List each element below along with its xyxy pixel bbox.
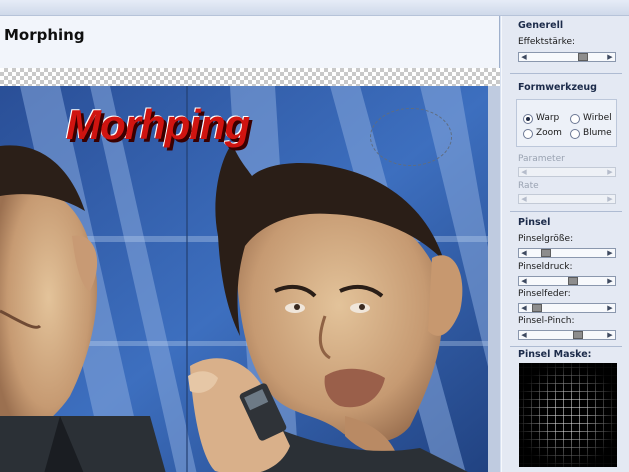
slider-left-arrow-icon[interactable]: ◀	[520, 278, 528, 285]
slider-left-arrow-icon[interactable]: ◀	[520, 332, 528, 339]
slider-right-arrow-icon[interactable]: ▶	[606, 332, 614, 339]
radio-blume[interactable]	[570, 129, 580, 139]
vertical-scrollbar[interactable]	[488, 86, 500, 472]
pinsel-pinch-slider[interactable]: ◀ ▶	[518, 330, 616, 340]
preview-canvas[interactable]: Morhping	[0, 68, 500, 472]
pinselfeder-slider[interactable]: ◀ ▶	[518, 303, 616, 313]
window-title: Morphing	[4, 26, 85, 44]
slider-thumb[interactable]	[541, 249, 551, 257]
radio-warp-label[interactable]: Warp	[536, 113, 559, 123]
slider-left-arrow-icon[interactable]: ◀	[520, 305, 528, 312]
section-divider	[510, 346, 622, 347]
canvas-headline-text: Morhping	[66, 101, 250, 148]
section-divider	[510, 211, 622, 212]
brush-cursor-outline	[370, 108, 452, 166]
slider-thumb[interactable]	[568, 277, 578, 285]
pinseldruck-label: Pinseldruck:	[518, 262, 573, 272]
slider-right-arrow-icon[interactable]: ▶	[606, 305, 614, 312]
settings-panel: Generell Effektstärke: ◀ ▶ Formwerkzeug …	[501, 16, 629, 472]
pinsel-pinch-label: Pinsel-Pinch:	[518, 316, 575, 326]
transparency-checkerboard	[0, 68, 500, 86]
slider-left-arrow-icon: ◀	[521, 168, 527, 176]
effektstaerke-label: Effektstärke:	[518, 37, 576, 47]
radio-warp[interactable]	[523, 114, 533, 124]
slider-left-arrow-icon[interactable]: ◀	[520, 54, 528, 61]
section-title-formwerkzeug: Formwerkzeug	[518, 82, 597, 93]
parameter-slider: ◀ ▶	[518, 167, 616, 177]
slider-left-arrow-icon[interactable]: ◀	[520, 250, 528, 257]
radio-blume-label[interactable]: Blume	[583, 128, 612, 138]
preview-panel: Morphing Morhping	[0, 16, 500, 472]
slider-thumb[interactable]	[578, 53, 588, 61]
pinseldruck-slider[interactable]: ◀ ▶	[518, 276, 616, 286]
top-strip	[0, 0, 629, 16]
slider-thumb[interactable]	[532, 304, 542, 312]
parameter-label: Parameter	[518, 154, 565, 164]
effektstaerke-slider[interactable]: ◀ ▶	[518, 52, 616, 62]
radio-wirbel-label[interactable]: Wirbel	[583, 113, 612, 123]
section-title-pinsel-maske: Pinsel Maske:	[518, 349, 592, 360]
slider-right-arrow-icon: ▶	[607, 168, 613, 176]
tool-options-group	[516, 99, 617, 147]
slider-right-arrow-icon[interactable]: ▶	[606, 278, 614, 285]
section-title-generell: Generell	[518, 20, 564, 31]
pinselfeder-label: Pinselfeder:	[518, 289, 571, 299]
rate-slider: ◀ ▶	[518, 194, 616, 204]
brush-mask-falloff	[519, 363, 617, 467]
slider-right-arrow-icon: ▶	[607, 195, 613, 203]
slider-right-arrow-icon[interactable]: ▶	[606, 250, 614, 257]
section-title-pinsel: Pinsel	[518, 217, 551, 228]
pinselgroesse-slider[interactable]: ◀ ▶	[518, 248, 616, 258]
radio-zoom-label[interactable]: Zoom	[536, 128, 562, 138]
section-divider	[510, 73, 622, 74]
pinselgroesse-label: Pinselgröße:	[518, 234, 574, 244]
slider-right-arrow-icon[interactable]: ▶	[606, 54, 614, 61]
slider-thumb[interactable]	[573, 331, 583, 339]
radio-zoom[interactable]	[523, 129, 533, 139]
rate-label: Rate	[518, 181, 539, 191]
slider-left-arrow-icon: ◀	[521, 195, 527, 203]
radio-wirbel[interactable]	[570, 114, 580, 124]
